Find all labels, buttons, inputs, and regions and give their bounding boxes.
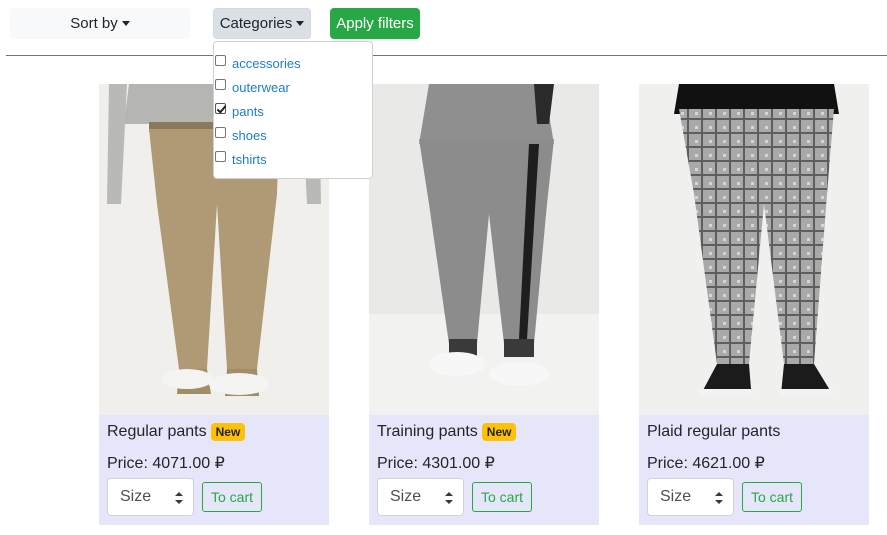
sort-by-label: Sort by	[70, 15, 118, 32]
apply-filters-button[interactable]: Apply filters	[330, 8, 420, 39]
category-item-tshirts[interactable]: tshirts	[214, 151, 372, 171]
category-item-outerwear[interactable]: outerwear	[214, 79, 372, 99]
category-label[interactable]: accessories	[232, 56, 301, 71]
category-label[interactable]: pants	[232, 104, 264, 119]
size-select-value: Size	[660, 488, 692, 505]
category-label[interactable]: shoes	[232, 128, 267, 143]
category-checkbox[interactable]	[215, 55, 226, 66]
size-select-value: Size	[390, 488, 422, 505]
product-card: Training pants New Price: 4301.00 ₽ Size…	[369, 84, 599, 525]
product-title[interactable]: Plaid regular pants	[647, 423, 780, 441]
category-checkbox-checked[interactable]	[215, 103, 226, 114]
select-arrows-icon	[445, 492, 453, 504]
sort-by-dropdown[interactable]: Sort by	[10, 8, 190, 39]
to-cart-button[interactable]: To cart	[202, 482, 262, 512]
new-badge: New	[210, 423, 246, 441]
category-checkbox[interactable]	[215, 151, 226, 162]
category-label[interactable]: tshirts	[232, 152, 267, 167]
size-select-value: Size	[120, 488, 152, 505]
product-card: Plaid regular pants Price: 4621.00 ₽ Siz…	[639, 84, 869, 525]
categories-label: Categories	[219, 15, 293, 32]
size-select[interactable]: Size	[107, 478, 194, 516]
product-image[interactable]	[639, 84, 869, 415]
product-title[interactable]: Training pants New	[377, 423, 517, 441]
select-arrows-icon	[175, 492, 183, 504]
size-select[interactable]: Size	[377, 478, 464, 516]
product-title-text[interactable]: Training pants	[377, 423, 478, 441]
product-title[interactable]: Regular pants New	[107, 423, 246, 441]
category-item-pants[interactable]: pants	[214, 103, 372, 123]
category-item-shoes[interactable]: shoes	[214, 127, 372, 147]
caret-down-icon	[121, 21, 130, 26]
product-price: Price: 4071.00 ₽	[107, 455, 225, 472]
filter-toolbar: Sort by Categories Apply filters	[0, 0, 887, 56]
to-cart-button[interactable]: To cart	[742, 482, 802, 512]
product-price: Price: 4621.00 ₽	[647, 455, 765, 472]
categories-menu: accessories outerwear pants shoes tshirt…	[213, 41, 373, 179]
size-select[interactable]: Size	[647, 478, 734, 516]
product-title-text[interactable]: Regular pants	[107, 423, 207, 441]
category-checkbox[interactable]	[215, 127, 226, 138]
category-checkbox[interactable]	[215, 79, 226, 90]
toolbar-divider	[6, 55, 887, 56]
category-label[interactable]: outerwear	[232, 80, 290, 95]
select-arrows-icon	[715, 492, 723, 504]
product-price: Price: 4301.00 ₽	[377, 455, 495, 472]
product-image[interactable]	[369, 84, 599, 415]
new-badge: New	[481, 423, 517, 441]
categories-dropdown[interactable]: Categories	[213, 8, 311, 39]
to-cart-button[interactable]: To cart	[472, 482, 532, 512]
product-title-text[interactable]: Plaid regular pants	[647, 423, 780, 441]
category-item-accessories[interactable]: accessories	[214, 55, 372, 75]
caret-down-icon	[296, 21, 305, 26]
